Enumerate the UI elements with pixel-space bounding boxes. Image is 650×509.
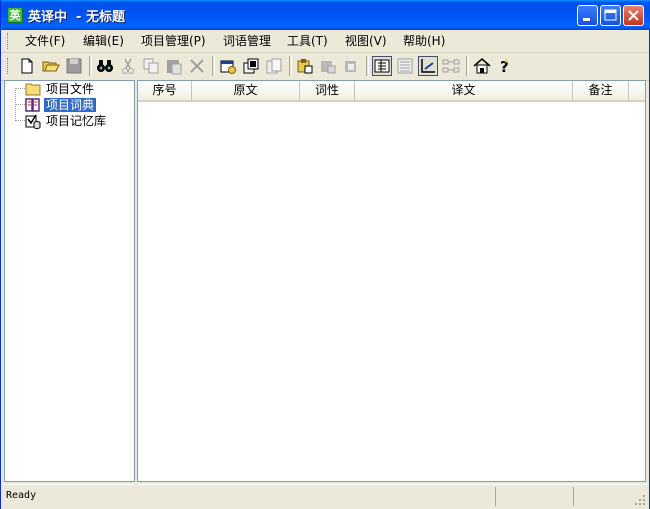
toolbar: ? <box>1 53 649 81</box>
menu-project[interactable]: 项目管理(P) <box>139 33 208 49</box>
resize-grip-icon[interactable] <box>634 494 646 506</box>
tree-item-project-dictionary[interactable]: 项目词典 <box>25 97 97 113</box>
status-bar: Ready <box>1 484 649 509</box>
tree-item-label: 项目文件 <box>46 82 95 96</box>
toolbar-separator <box>89 56 92 76</box>
new-file-button[interactable] <box>17 56 37 76</box>
status-text: Ready <box>6 490 37 501</box>
import-icon <box>243 58 259 74</box>
tree-item-label: 项目词典 <box>44 98 97 112</box>
copy-button[interactable] <box>141 56 161 76</box>
minimize-button[interactable] <box>577 5 598 26</box>
dictionary-edit-button[interactable] <box>318 56 338 76</box>
status-panel-divider <box>573 487 574 506</box>
tree-item-translation-memory[interactable]: 项目记忆库 <box>25 113 108 129</box>
find-button[interactable] <box>95 56 115 76</box>
column-header-notes[interactable]: 备注 <box>573 81 629 100</box>
close-button[interactable] <box>623 5 644 26</box>
import-button[interactable] <box>241 56 261 76</box>
help-icon: ? <box>500 58 509 76</box>
view-text-button[interactable] <box>395 56 415 76</box>
menu-tools[interactable]: 工具(T) <box>285 33 330 49</box>
view-aligned-icon <box>421 59 435 73</box>
save-button[interactable] <box>64 56 84 76</box>
column-header-source[interactable]: 原文 <box>192 81 300 100</box>
menu-terms[interactable]: 词语管理 <box>221 33 273 49</box>
toolbar-separator <box>289 56 292 76</box>
menu-view[interactable]: 视图(V) <box>343 33 389 49</box>
folder-icon <box>25 83 41 96</box>
view-pairs-button[interactable] <box>441 56 461 76</box>
app-window: 英 英译中 - 无标题 文件(F) 编辑(E) 项目管理(P) 词语管理 工具(… <box>0 0 650 509</box>
dictionary-edit-icon <box>321 61 336 74</box>
cut-button[interactable] <box>118 56 138 76</box>
delete-icon <box>190 59 204 73</box>
paste-button[interactable] <box>164 56 184 76</box>
dictionary-add-button[interactable] <box>295 56 315 76</box>
project-tree[interactable]: 项目文件 项目词典 项目记忆库 <box>4 80 135 482</box>
minimize-icon <box>583 18 590 21</box>
view-aligned-button[interactable] <box>418 56 438 76</box>
help-button[interactable]: ? <box>495 56 515 76</box>
menu-help[interactable]: 帮助(H) <box>401 33 447 49</box>
view-pairs-icon <box>442 59 460 73</box>
view-list-icon <box>374 59 390 73</box>
export-button[interactable] <box>264 56 284 76</box>
tree-item-project-files[interactable]: 项目文件 <box>25 81 96 97</box>
maximize-icon <box>604 9 617 21</box>
close-icon <box>628 10 639 21</box>
memory-database-icon <box>25 114 41 129</box>
toolbar-separator <box>366 56 369 76</box>
menu-bar: 文件(F) 编辑(E) 项目管理(P) 词语管理 工具(T) 视图(V) 帮助(… <box>1 30 649 53</box>
status-panel-divider <box>495 487 496 506</box>
open-folder-icon <box>42 61 60 72</box>
dictionary-book-icon <box>25 98 40 112</box>
menu-edit[interactable]: 编辑(E) <box>81 33 126 49</box>
table-header: 序号 原文 词性 译文 备注 <box>138 81 645 102</box>
copy-icon <box>143 58 159 74</box>
add-item-button[interactable] <box>218 56 238 76</box>
term-list[interactable]: 序号 原文 词性 译文 备注 <box>137 80 646 482</box>
title-bar[interactable]: 英 英译中 - 无标题 <box>1 0 650 30</box>
tree-connector <box>15 120 25 122</box>
open-button[interactable] <box>41 56 61 76</box>
cut-icon <box>122 58 134 74</box>
paste-icon <box>167 60 182 75</box>
dictionary-remove-icon <box>345 61 356 72</box>
window-title: 英译中 - 无标题 <box>28 10 125 25</box>
toolbar-separator <box>466 56 469 76</box>
toolbar-grip[interactable] <box>7 58 11 74</box>
column-header-index[interactable]: 序号 <box>138 81 192 100</box>
tree-connector <box>15 104 25 106</box>
maximize-button[interactable] <box>600 5 621 26</box>
save-icon <box>66 58 82 74</box>
tree-connector <box>15 88 25 90</box>
column-header-filler <box>629 81 645 100</box>
add-item-icon <box>220 60 236 74</box>
export-icon <box>266 58 282 74</box>
home-button[interactable] <box>472 56 492 76</box>
dictionary-remove-button[interactable] <box>341 56 361 76</box>
column-header-part-of-speech[interactable]: 词性 <box>300 81 355 100</box>
view-list-button[interactable] <box>372 56 392 76</box>
new-file-icon <box>21 58 33 74</box>
toolbar-separator <box>212 56 215 76</box>
column-header-translation[interactable]: 译文 <box>355 81 573 100</box>
view-text-icon <box>397 58 413 74</box>
menu-file[interactable]: 文件(F) <box>23 33 67 49</box>
app-logo-icon: 英 <box>7 7 23 23</box>
delete-button[interactable] <box>187 56 207 76</box>
dictionary-add-icon <box>297 59 313 74</box>
find-binoculars-icon <box>97 60 113 72</box>
tree-item-label: 项目记忆库 <box>46 114 107 128</box>
home-icon <box>473 58 491 74</box>
menu-grip[interactable] <box>7 33 11 49</box>
